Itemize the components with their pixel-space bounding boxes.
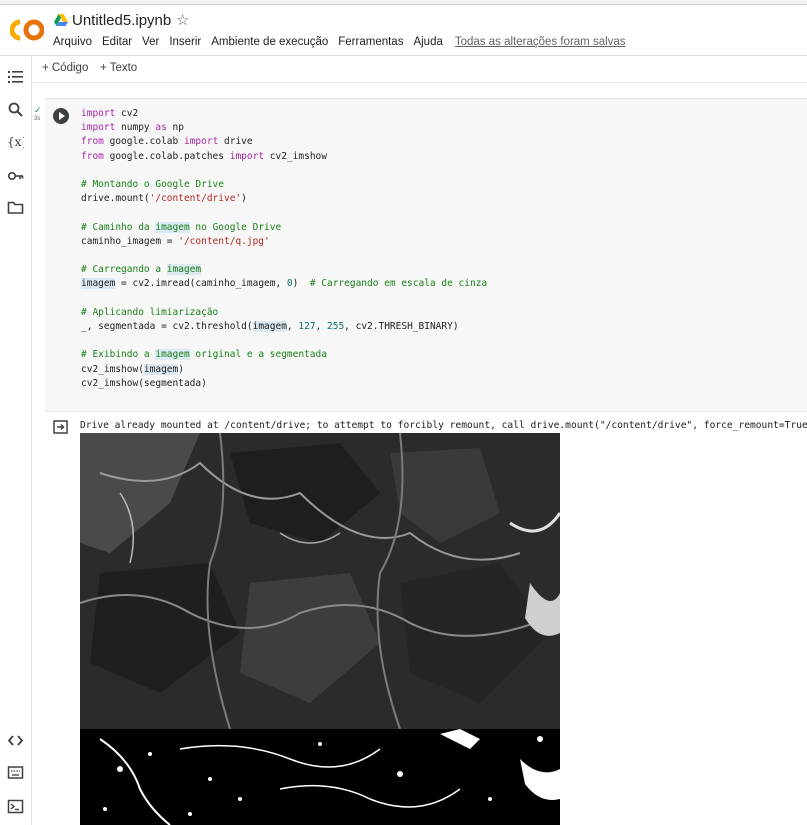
terminal-icon[interactable]: [7, 798, 24, 815]
code-line[interactable]: import numpy as np: [81, 122, 184, 133]
code-editor[interactable]: import cv2 import numpy as np from googl…: [81, 107, 487, 391]
code-line[interactable]: # Caminho da imagem no Google Drive: [81, 221, 281, 233]
table-of-contents-icon[interactable]: [7, 68, 24, 85]
code-line[interactable]: import cv2: [81, 108, 138, 119]
run-cell-button[interactable]: [53, 108, 69, 124]
code-line[interactable]: # Carregando a imagem: [81, 264, 202, 276]
colab-logo[interactable]: [10, 19, 44, 41]
code-line[interactable]: cv2_imshow(imagem): [81, 363, 184, 375]
execution-success-icon: ✓: [34, 105, 42, 115]
search-icon[interactable]: [7, 101, 24, 118]
menu-ambiente-de-execucao[interactable]: Ambiente de execução: [211, 36, 328, 48]
code-line[interactable]: _, segmentada = cv2.threshold(imagem, 12…: [81, 321, 459, 333]
menu-arquivo[interactable]: Arquivo: [53, 36, 92, 48]
command-palette-icon[interactable]: [7, 764, 24, 781]
code-line[interactable]: cv2_imshow(segmentada): [81, 378, 207, 389]
grayscale-output-image: [80, 433, 560, 729]
add-code-cell-button[interactable]: + Código: [42, 62, 88, 74]
left-sidebar: {x}: [0, 56, 32, 825]
execution-time: 3s: [34, 116, 41, 122]
output-text: Drive already mounted at /content/drive;…: [80, 420, 807, 431]
menu-ferramentas[interactable]: Ferramentas: [338, 36, 403, 48]
save-status-link[interactable]: Todas as alterações foram salvas: [455, 36, 626, 48]
notebook-header: Untitled5.ipynb ☆ Arquivo Editar Ver Ins…: [0, 5, 807, 56]
code-line[interactable]: # Aplicando limiarização: [81, 307, 218, 318]
variables-icon[interactable]: {x}: [7, 133, 24, 150]
code-line[interactable]: caminho_imagem = '/content/q.jpg': [81, 236, 270, 247]
files-folder-icon[interactable]: [7, 199, 24, 216]
menu-ajuda[interactable]: Ajuda: [413, 36, 442, 48]
code-line[interactable]: # Montando o Google Drive: [81, 179, 224, 190]
add-text-cell-button[interactable]: + Texto: [100, 62, 137, 74]
menu-inserir[interactable]: Inserir: [169, 36, 201, 48]
secrets-key-icon[interactable]: [7, 167, 24, 184]
code-snippets-icon[interactable]: [7, 732, 24, 749]
code-line[interactable]: from google.colab.patches import cv2_ims…: [81, 151, 327, 162]
star-icon[interactable]: ☆: [176, 11, 189, 29]
notebook-toolbar: + Código + Texto: [32, 56, 807, 83]
code-line[interactable]: from google.colab import drive: [81, 136, 253, 147]
google-drive-icon: [54, 14, 68, 26]
code-line[interactable]: # Exibindo a imagem original e a segment…: [81, 349, 327, 361]
notebook-title[interactable]: Untitled5.ipynb: [72, 12, 171, 29]
menu-ver[interactable]: Ver: [142, 36, 159, 48]
svg-text:{x}: {x}: [7, 135, 24, 149]
menu-bar: Arquivo Editar Ver Inserir Ambiente de e…: [53, 36, 626, 48]
segmented-output-image: [80, 729, 560, 825]
code-line[interactable]: imagem = cv2.imread(caminho_imagem, 0) #…: [81, 278, 487, 290]
code-line[interactable]: drive.mount('/content/drive'): [81, 193, 247, 204]
output-actions-icon[interactable]: [53, 420, 69, 434]
menu-editar[interactable]: Editar: [102, 36, 132, 48]
